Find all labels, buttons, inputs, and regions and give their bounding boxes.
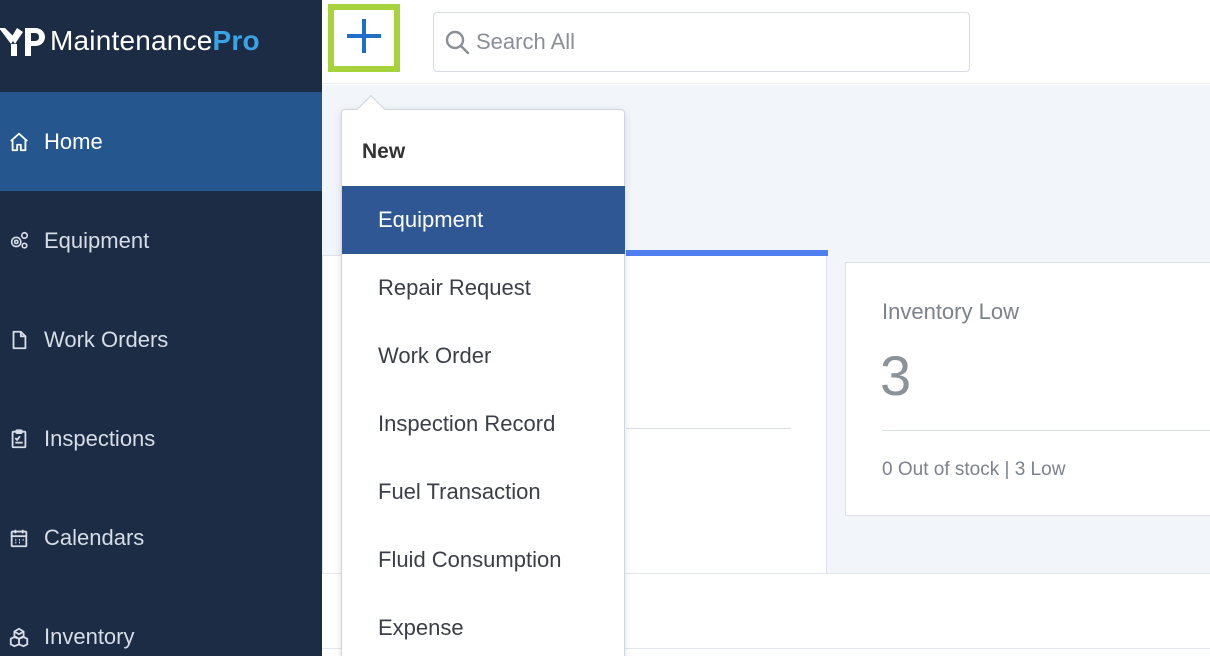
add-new-button[interactable] (328, 4, 400, 72)
brand-name: MaintenancePro (50, 25, 260, 57)
menu-item-work-order[interactable]: Work Order (342, 322, 625, 390)
menu-item-equipment[interactable]: Equipment (342, 186, 625, 254)
top-bar (322, 0, 1210, 84)
inventory-low-title: Inventory Low (882, 299, 1019, 324)
inventory-low-count: 3 (880, 344, 912, 407)
sidebar-nav: Home Equipment Work Orders Inspections C… (0, 92, 322, 656)
brand-header[interactable]: MaintenancePro (0, 0, 322, 92)
home-icon (6, 129, 32, 155)
sidebar: MaintenancePro Home Equipment Work Order… (0, 0, 322, 656)
maintenancepro-logo-icon (0, 23, 48, 59)
document-icon (6, 327, 32, 353)
search-input[interactable] (476, 29, 936, 55)
clipboard-icon (6, 426, 32, 452)
sidebar-item-label: Calendars (44, 524, 145, 550)
new-dropdown-menu: New Equipment Repair Request Work Order … (341, 94, 625, 656)
sidebar-item-label: Equipment (44, 227, 150, 253)
menu-item-expense[interactable]: Expense (342, 594, 625, 656)
sidebar-item-work-orders[interactable]: Work Orders (0, 290, 322, 389)
inventory-low-card[interactable]: Inventory Low 3 0 Out of stock | 3 Low (845, 262, 1210, 516)
brand-name-accent: Pro (212, 25, 260, 56)
sidebar-item-label: Inventory (44, 623, 135, 649)
dropdown-header: New (362, 140, 406, 163)
sidebar-item-equipment[interactable]: Equipment (0, 191, 322, 290)
menu-item-fuel-transaction[interactable]: Fuel Transaction (342, 458, 625, 526)
card-divider (626, 428, 791, 429)
boxes-icon (6, 624, 32, 650)
card-divider (882, 430, 1210, 431)
sidebar-item-inspections[interactable]: Inspections (0, 389, 322, 488)
menu-item-inspection-record[interactable]: Inspection Record (342, 390, 625, 458)
menu-item-repair-request[interactable]: Repair Request (342, 254, 625, 322)
sidebar-item-home[interactable]: Home (0, 92, 322, 191)
gears-icon (6, 228, 32, 254)
brand-name-main: Maintenance (50, 25, 213, 56)
sidebar-item-label: Inspections (44, 425, 156, 451)
inventory-low-subtitle: 0 Out of stock | 3 Low (882, 459, 1066, 480)
sidebar-item-label: Work Orders (44, 326, 169, 352)
plus-icon (344, 16, 384, 61)
card-accent-bar (626, 250, 828, 256)
search-icon (444, 29, 470, 55)
sidebar-item-inventory[interactable]: Inventory (0, 587, 322, 656)
menu-item-fluid-consumption[interactable]: Fluid Consumption (342, 526, 625, 594)
sidebar-item-calendars[interactable]: Calendars (0, 488, 322, 587)
sidebar-item-label: Home (44, 128, 103, 154)
calendar-icon (6, 525, 32, 551)
search-box[interactable] (433, 12, 970, 72)
